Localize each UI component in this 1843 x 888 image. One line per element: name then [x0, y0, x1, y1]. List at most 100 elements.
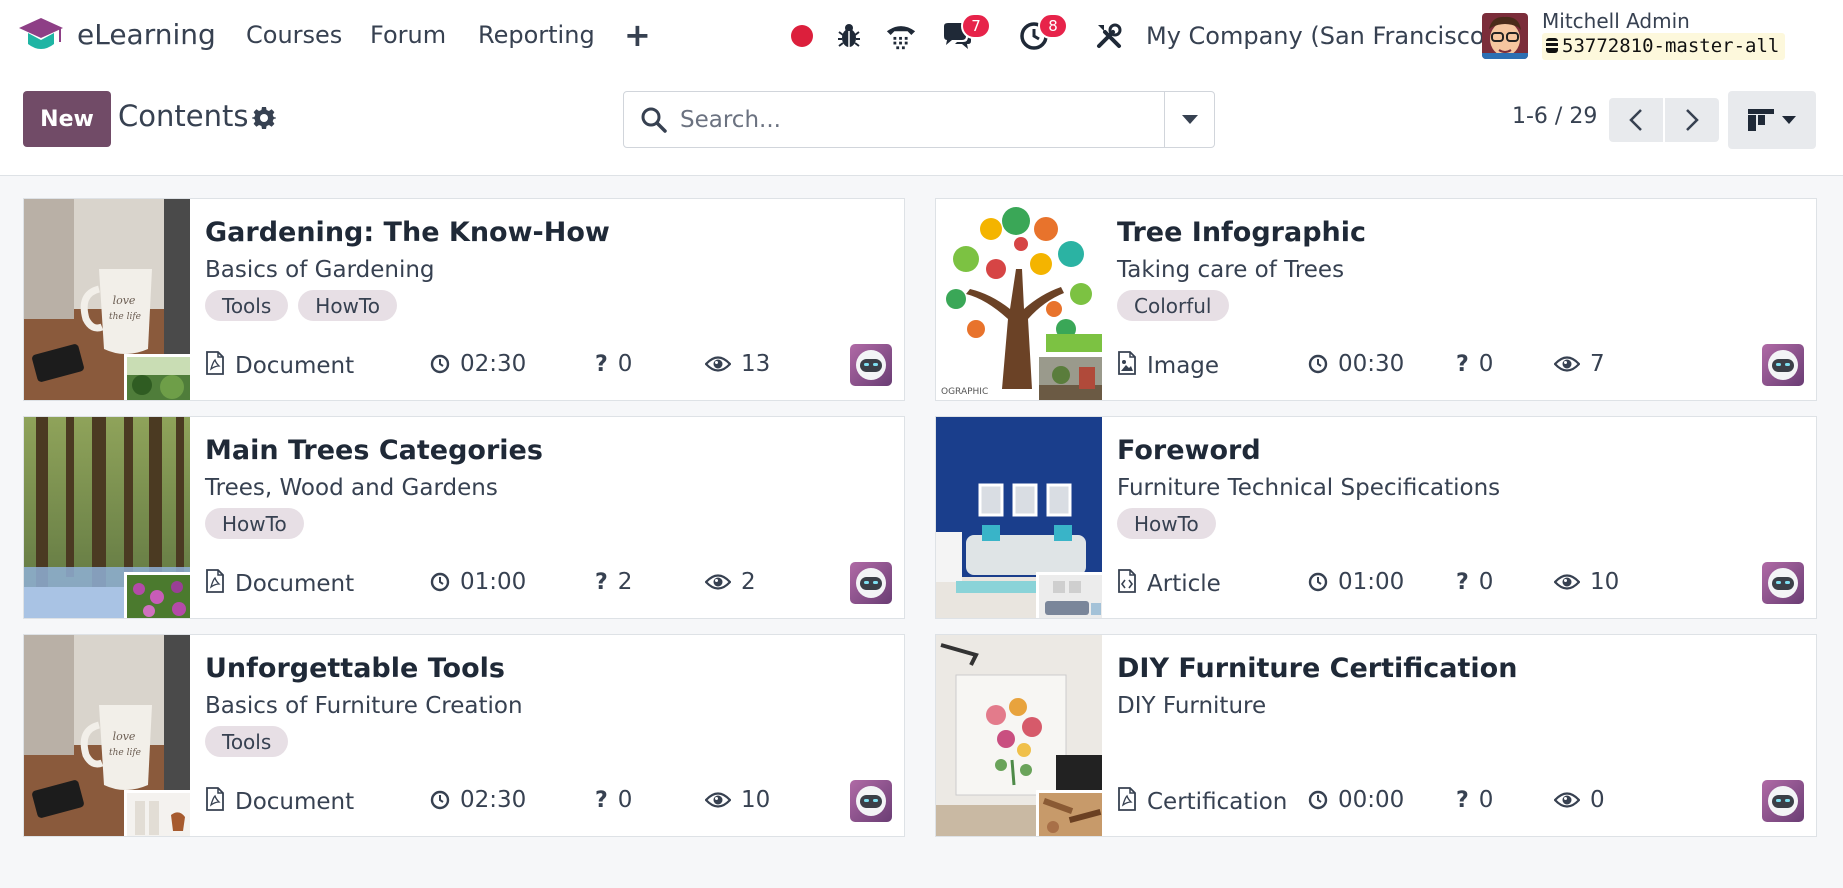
content-tag[interactable]: Tools: [205, 726, 289, 757]
kanban-view-icon: [1748, 109, 1774, 131]
new-button[interactable]: New: [23, 91, 111, 147]
duration-value: 02:30: [460, 787, 527, 813]
content-tag[interactable]: HowTo: [1117, 508, 1216, 539]
recording-icon[interactable]: [786, 20, 818, 52]
course-name[interactable]: Basics of Furniture Creation: [205, 693, 523, 719]
database-name: 53772810-master-all: [1542, 33, 1786, 60]
flower-painting-photo[interactable]: [936, 635, 1102, 836]
content-duration: 02:30: [430, 787, 526, 813]
pager-value[interactable]: 1-6 / 29: [1512, 104, 1597, 129]
menu-forum[interactable]: Forum: [370, 21, 446, 49]
course-name[interactable]: Taking care of Trees: [1117, 257, 1344, 283]
responsible-avatar[interactable]: [850, 344, 892, 386]
app-name[interactable]: eLearning: [77, 18, 216, 51]
page-title[interactable]: Contents: [118, 99, 248, 133]
content-type-label: Document: [235, 789, 355, 815]
tree-infographic-photo[interactable]: OGRAPHIC: [936, 199, 1102, 400]
database-label: 53772810-master-all: [1562, 35, 1780, 57]
content-title[interactable]: Unforgettable Tools: [205, 653, 505, 684]
questions-value: 0: [1478, 569, 1494, 595]
svg-text:the life: the life: [109, 748, 141, 758]
views-value: 10: [1590, 569, 1620, 595]
phone-icon[interactable]: [885, 20, 917, 52]
content-card[interactable]: DIY Furniture Certification DIY Furnitur…: [935, 634, 1817, 837]
eye-icon: [1554, 574, 1580, 590]
content-tags: Colorful: [1117, 290, 1229, 321]
menu-reporting[interactable]: Reporting: [478, 21, 595, 49]
gear-icon[interactable]: [252, 106, 276, 130]
questions-value: 0: [1478, 351, 1494, 377]
view-switcher[interactable]: [1728, 91, 1816, 149]
plus-icon[interactable]: +: [624, 16, 651, 54]
bug-icon[interactable]: [833, 20, 865, 52]
responsible-avatar[interactable]: [850, 562, 892, 604]
search-input[interactable]: [680, 104, 1150, 136]
content-card[interactable]: love the life Gardening: The Know-How Bas…: [23, 198, 905, 401]
robot-icon: [856, 786, 886, 816]
content-title[interactable]: DIY Furniture Certification: [1117, 653, 1517, 684]
living-room-photo[interactable]: [936, 417, 1102, 618]
clock-icon: [430, 572, 450, 592]
responsible-avatar[interactable]: [1762, 780, 1804, 822]
content-title[interactable]: Main Trees Categories: [205, 435, 543, 466]
eye-icon: [1554, 792, 1580, 808]
pager-previous-button[interactable]: [1609, 98, 1663, 142]
question-icon: ?: [595, 787, 608, 813]
content-questions: ? 0: [1456, 787, 1493, 813]
course-name[interactable]: DIY Furniture: [1117, 693, 1266, 719]
forest-photo[interactable]: [24, 417, 190, 618]
content-type: Document: [205, 787, 354, 817]
content-type: Document: [205, 569, 354, 599]
pdf-icon: [205, 569, 225, 599]
views-value: 10: [741, 787, 771, 813]
svg-text:the life: the life: [109, 312, 141, 322]
course-name[interactable]: Furniture Technical Specifications: [1117, 475, 1500, 501]
content-views: 7: [1554, 351, 1605, 377]
user-name[interactable]: Mitchell Admin: [1542, 9, 1690, 33]
pager-next-button[interactable]: [1665, 98, 1719, 142]
content-card[interactable]: Foreword Furniture Technical Specificati…: [935, 416, 1817, 619]
user-avatar[interactable]: [1482, 13, 1528, 59]
content-type-label: Image: [1147, 353, 1220, 379]
responsible-avatar[interactable]: [1762, 344, 1804, 386]
content-title[interactable]: Foreword: [1117, 435, 1261, 466]
content-tag[interactable]: Tools: [205, 290, 289, 321]
content-tag[interactable]: HowTo: [205, 508, 304, 539]
content-tag[interactable]: Colorful: [1117, 290, 1229, 321]
course-name[interactable]: Basics of Gardening: [205, 257, 435, 283]
questions-value: 0: [1478, 787, 1494, 813]
pdf-icon: [1117, 787, 1137, 817]
content-tag[interactable]: HowTo: [298, 290, 397, 321]
content-card[interactable]: love the life Unforgettable Tools Basics …: [23, 634, 905, 837]
activities-icon[interactable]: 8: [1018, 13, 1068, 52]
chevron-right-icon: [1686, 109, 1699, 131]
content-type: Certification: [1117, 787, 1287, 817]
clock-icon: [430, 790, 450, 810]
content-tags: Tools: [205, 726, 289, 757]
clock-icon: [1308, 354, 1328, 374]
content-title[interactable]: Gardening: The Know-How: [205, 217, 610, 248]
responsible-avatar[interactable]: [850, 780, 892, 822]
course-name[interactable]: Trees, Wood and Gardens: [205, 475, 498, 501]
menu-courses[interactable]: Courses: [246, 21, 342, 49]
content-stats: Document 01:00 ? 2 2: [205, 569, 785, 599]
content-card[interactable]: OGRAPHIC Tree Infographic Taking care of…: [935, 198, 1817, 401]
search-options-toggle[interactable]: [1164, 92, 1214, 147]
duration-value: 02:30: [460, 351, 527, 377]
elearning-logo-icon[interactable]: [18, 16, 64, 56]
code-file-icon: [1117, 569, 1137, 599]
database-icon: [1546, 38, 1558, 53]
content-stats: Document 02:30 ? 0 13: [205, 351, 785, 381]
top-navbar: eLearning Courses Forum Reporting + 7 8 …: [0, 0, 1843, 74]
messages-icon[interactable]: 7: [941, 13, 991, 52]
views-value: 13: [741, 351, 771, 377]
responsible-avatar[interactable]: [1762, 562, 1804, 604]
tools-icon[interactable]: [1093, 20, 1125, 52]
company-switcher[interactable]: My Company (San Francisco): [1146, 22, 1494, 50]
pdf-icon: [205, 351, 225, 381]
coffee-mug-photo[interactable]: love the life: [24, 199, 190, 400]
coffee-mug-photo[interactable]: love the life: [24, 635, 190, 836]
content-card[interactable]: Main Trees Categories Trees, Wood and Ga…: [23, 416, 905, 619]
content-title[interactable]: Tree Infographic: [1117, 217, 1366, 248]
messages-badge: 7: [961, 13, 991, 39]
